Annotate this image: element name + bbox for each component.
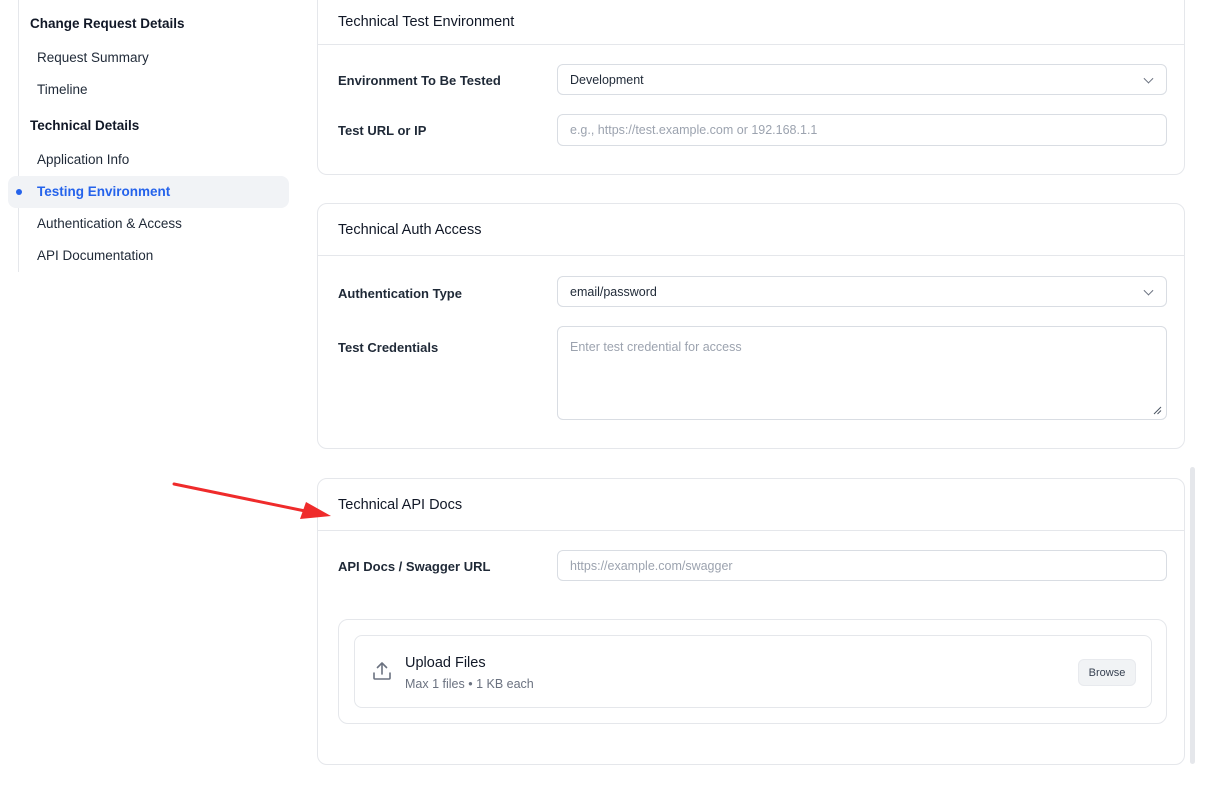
sidebar-group-technical-details: Technical Details [30,118,140,133]
sidebar-group-change-request: Change Request Details [30,16,185,31]
resize-grip-icon[interactable] [1153,406,1162,415]
environment-select-value: Development [570,72,644,87]
test-credentials-textarea[interactable]: Enter test credential for access [557,326,1167,420]
sidebar-item-testing-environment[interactable]: Testing Environment [8,176,289,208]
test-environment-title: Technical Test Environment [318,0,1184,45]
sidebar-item-request-summary[interactable]: Request Summary [8,42,289,74]
upload-title: Upload Files [405,655,486,671]
sidebar-item-api-documentation[interactable]: API Documentation [8,240,289,272]
sidebar-nav: Change Request Details Request Summary T… [0,0,300,802]
auth-access-card: Technical Auth Access Authentication Typ… [317,203,1185,449]
sidebar-item-authentication-access[interactable]: Authentication & Access [8,208,289,240]
test-credentials-placeholder: Enter test credential for access [570,340,742,354]
active-indicator-dot [16,189,22,195]
environment-select[interactable]: Development [557,64,1167,95]
api-docs-url-label: API Docs / Swagger URL [338,559,491,574]
upload-icon [373,662,391,680]
api-docs-title: Technical API Docs [318,479,1184,531]
upload-container: Upload Files Max 1 files • 1 KB each Bro… [338,619,1167,724]
auth-type-select-value: email/password [570,284,657,299]
sidebar-item-application-info[interactable]: Application Info [8,144,289,176]
auth-type-select[interactable]: email/password [557,276,1167,307]
upload-dropzone[interactable]: Upload Files Max 1 files • 1 KB each Bro… [354,635,1152,708]
api-docs-card: Technical API Docs API Docs / Swagger UR… [317,478,1185,765]
sidebar-item-timeline[interactable]: Timeline [8,74,289,106]
api-docs-url-input[interactable]: https://example.com/swagger [557,550,1167,581]
environment-label: Environment To Be Tested [338,73,501,88]
browse-button[interactable]: Browse [1078,659,1136,686]
chevron-down-icon [1143,285,1154,296]
api-docs-url-placeholder: https://example.com/swagger [570,558,733,573]
upload-limits: Max 1 files • 1 KB each [405,677,534,691]
test-url-label: Test URL or IP [338,123,427,138]
test-url-input[interactable]: e.g., https://test.example.com or 192.16… [557,114,1167,146]
sidebar-item-label: Testing Environment [37,184,171,199]
annotation-arrow-icon [172,482,331,519]
test-credentials-label: Test Credentials [338,340,439,355]
test-environment-card: Technical Test Environment Environment T… [317,0,1185,175]
auth-type-label: Authentication Type [338,286,462,301]
chevron-down-icon [1143,73,1154,84]
scrollbar-thumb[interactable] [1190,467,1195,764]
auth-access-title: Technical Auth Access [318,204,1184,256]
test-url-placeholder: e.g., https://test.example.com or 192.16… [570,123,818,137]
